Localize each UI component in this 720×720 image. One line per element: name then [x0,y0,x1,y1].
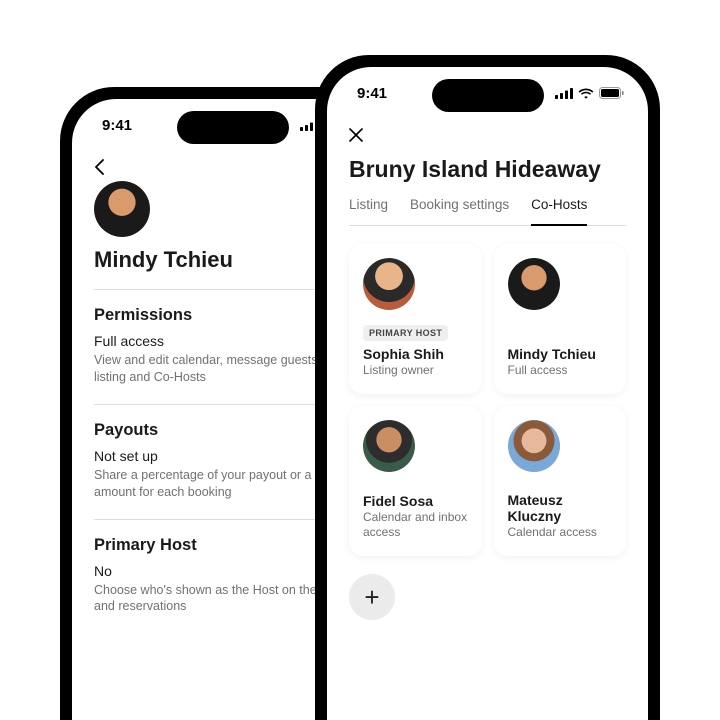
tab-booking-settings[interactable]: Booking settings [410,197,509,226]
plus-icon: + [364,582,379,613]
tab-co-hosts[interactable]: Co-Hosts [531,197,587,226]
cohost-name: Mateusz Kluczny [508,492,613,524]
cohost-card[interactable]: Mateusz Kluczny Calendar access [494,406,627,556]
page-title: Bruny Island Hideaway [349,156,626,183]
cohost-role: Full access [508,363,613,378]
cohost-name: Sophia Shih [363,346,468,362]
cohost-name: Mindy Tchieu [508,346,613,362]
status-time: 9:41 [357,85,387,102]
dynamic-island [177,111,289,144]
cohost-name: Fidel Sosa [363,493,468,509]
status-time: 9:41 [102,117,132,134]
avatar [508,258,560,310]
cohost-card[interactable]: Fidel Sosa Calendar and inbox access [349,406,482,556]
cohost-role: Calendar access [508,525,613,540]
close-icon [349,128,363,142]
avatar [363,258,415,310]
cohost-role: Listing owner [363,363,468,378]
avatar [508,420,560,472]
wifi-icon [578,88,594,99]
add-cohost-button[interactable]: + [349,574,395,620]
chevron-left-icon [94,159,104,175]
phone-right: 9:41 Bruny Island Hideaway Listing Booki… [315,55,660,720]
dynamic-island [432,79,544,112]
cohost-role: Calendar and inbox access [363,510,468,540]
tabs: Listing Booking settings Co-Hosts [349,197,626,226]
primary-host-badge: PRIMARY HOST [363,325,448,341]
tab-listing[interactable]: Listing [349,197,388,226]
cohost-card[interactable]: Mindy Tchieu Full access [494,244,627,394]
cellular-icon [555,88,573,99]
avatar [94,181,150,237]
status-indicators [555,87,624,99]
avatar [363,420,415,472]
battery-icon [599,87,624,99]
cohost-card[interactable]: PRIMARY HOST Sophia Shih Listing owner [349,244,482,394]
close-button[interactable] [349,119,626,152]
screen-right: 9:41 Bruny Island Hideaway Listing Booki… [327,67,648,720]
cohost-grid: PRIMARY HOST Sophia Shih Listing owner M… [349,244,626,556]
